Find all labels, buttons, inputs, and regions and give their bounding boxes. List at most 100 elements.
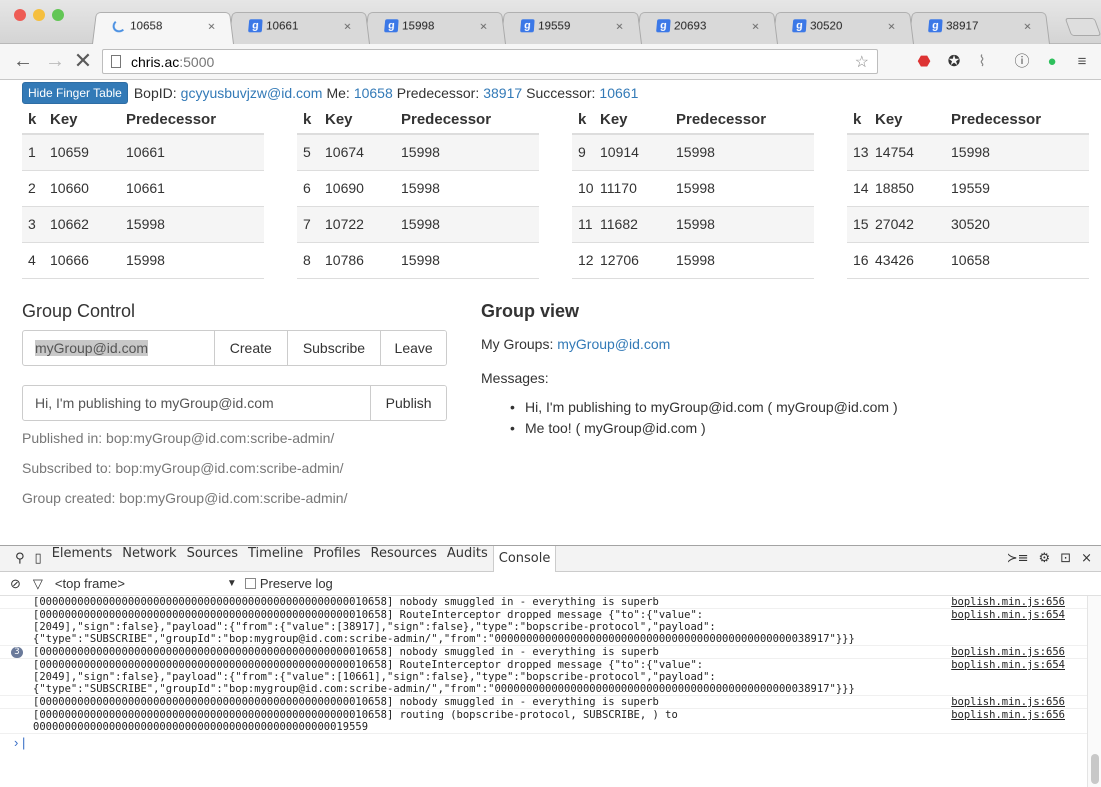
devtools-tab-network[interactable]: Network	[117, 546, 181, 572]
devtools-tab-profiles[interactable]: Profiles	[308, 546, 365, 572]
preserve-log-label: Preserve log	[259, 576, 333, 591]
filter-icon[interactable]: ▽	[33, 576, 43, 592]
console-prompt[interactable]: › |	[0, 734, 1101, 752]
console-scrollbar[interactable]	[1087, 596, 1101, 787]
tab-close-icon[interactable]: ×	[749, 19, 762, 33]
back-arrow-icon[interactable]: ←	[12, 50, 34, 72]
tab-close-icon[interactable]: ×	[885, 19, 898, 33]
console-message: [000000000000000000000000000000000000000…	[0, 596, 1101, 609]
search-icon[interactable]: ⚲	[10, 551, 30, 566]
repeat-count-badge: 3	[11, 647, 23, 658]
source-link[interactable]: boplish.min.js:654	[951, 659, 1065, 671]
tab-close-icon[interactable]: ×	[205, 19, 218, 33]
forward-arrow-icon[interactable]: →	[44, 50, 66, 72]
devtools-tab-resources[interactable]: Resources	[366, 546, 442, 572]
group-name-input[interactable]: myGroup@id.com	[23, 331, 214, 365]
tab-close-icon[interactable]: ×	[613, 19, 626, 33]
zoom-window-button[interactable]	[52, 9, 64, 21]
scroll-thumb[interactable]	[1091, 754, 1099, 784]
my-groups-label: My Groups:	[481, 336, 554, 352]
tab-close-icon[interactable]: ×	[341, 19, 354, 33]
tab-close-icon[interactable]: ×	[477, 19, 490, 33]
table-row: 16 43426 10658	[847, 242, 1089, 279]
browser-tab[interactable]: g 19559 ×	[500, 12, 642, 44]
device-mode-icon[interactable]: ▯	[30, 551, 47, 566]
table-cell: 10662	[50, 206, 126, 243]
table-cell: 8	[297, 242, 325, 279]
bopid-link[interactable]: gcyyusbuvjzw@id.com	[181, 85, 323, 101]
gear-icon[interactable]: ⚙	[1034, 551, 1056, 566]
column-header: Predecessor	[401, 106, 539, 135]
browser-tabs: 10658 × g 10661 × g 15998 × g 19559 × g 20693 × g 30520…	[92, 10, 1050, 44]
close-window-button[interactable]	[14, 9, 26, 21]
table-row: 15 27042 30520	[847, 206, 1089, 243]
table-cell: 10674	[325, 134, 401, 171]
address-bar[interactable]: chris.ac:5000 ☆	[102, 49, 878, 74]
devtools-tab-sources[interactable]: Sources	[182, 546, 243, 572]
bookmark-star-icon[interactable]: ☆	[855, 52, 869, 72]
browser-tab[interactable]: g 30520 ×	[772, 12, 914, 44]
table-cell: 15998	[676, 134, 814, 171]
activity-extension-icon[interactable]: ⌇	[972, 52, 992, 72]
source-link[interactable]: boplish.min.js:656	[951, 646, 1065, 658]
message-input[interactable]: Hi, I'm publishing to myGroup@id.com	[23, 386, 370, 420]
minimize-window-button[interactable]	[33, 9, 45, 21]
green-extension-icon[interactable]: ●	[1042, 52, 1062, 72]
leave-button[interactable]: Leave	[380, 331, 446, 365]
devtools-tab-timeline[interactable]: Timeline	[243, 546, 308, 572]
frame-selector[interactable]: <top frame>	[55, 576, 235, 591]
table-row: 4 10666 15998	[22, 242, 264, 279]
clear-console-icon[interactable]: ⊘	[10, 576, 21, 592]
console-drawer-icon[interactable]: ≻≡	[1002, 551, 1034, 566]
hide-finger-table-button[interactable]: Hide Finger Table	[22, 82, 128, 104]
successor-link[interactable]: 10661	[599, 85, 638, 101]
console-log: [000000000000000000000000000000000000000…	[0, 596, 1101, 734]
table-cell: 18850	[875, 170, 951, 207]
predecessor-link[interactable]: 38917	[483, 85, 522, 101]
devtools-tab-elements[interactable]: Elements	[47, 546, 118, 572]
table-cell: 2	[22, 170, 50, 207]
google-icon: g	[928, 19, 943, 33]
devtools-tab-audits[interactable]: Audits	[442, 546, 493, 572]
browser-tab[interactable]: g 38917 ×	[908, 12, 1050, 44]
predecessor-label: Predecessor:	[396, 85, 480, 101]
dock-icon[interactable]: ⊡	[1055, 551, 1076, 566]
close-icon[interactable]: ×	[1076, 551, 1097, 566]
browser-tab[interactable]: g 20693 ×	[636, 12, 778, 44]
my-groups-link[interactable]: myGroup@id.com	[557, 336, 670, 352]
source-link[interactable]: boplish.min.js:656	[951, 696, 1065, 708]
source-link[interactable]: boplish.min.js:654	[951, 609, 1065, 621]
table-cell: 15998	[401, 170, 539, 207]
me-link[interactable]: 10658	[354, 85, 393, 101]
source-link[interactable]: boplish.min.js:656	[951, 596, 1065, 608]
menu-icon[interactable]: ≡	[1072, 52, 1092, 72]
new-tab-button[interactable]	[1064, 18, 1101, 36]
table-cell: 10661	[126, 170, 264, 207]
finger-table: k Key Predecessor 1 10659 10661 2 10660 10661 3 10…	[22, 106, 1090, 279]
table-cell: 10661	[126, 134, 264, 171]
tab-title: 20693	[673, 19, 707, 33]
adblock-extension-icon[interactable]: ⬣	[914, 52, 934, 72]
publish-button[interactable]: Publish	[370, 386, 446, 420]
table-cell: 15	[847, 206, 875, 243]
devtools-tab-console[interactable]: Console	[492, 545, 557, 572]
column-header: Key	[600, 106, 676, 135]
preserve-log-checkbox[interactable]	[244, 578, 256, 589]
browser-tab[interactable]: 10658 ×	[92, 12, 234, 44]
extension-icon[interactable]: ✪	[944, 52, 964, 72]
info-extension-icon[interactable]: ⓘ	[1012, 52, 1032, 72]
table-row: 6 10690 15998	[297, 170, 539, 207]
google-icon: g	[792, 19, 807, 33]
create-button[interactable]: Create	[213, 331, 287, 365]
table-cell: 15998	[676, 206, 814, 243]
subscribe-button[interactable]: Subscribe	[286, 331, 381, 365]
stop-loading-icon[interactable]: ✕	[72, 50, 94, 72]
source-link[interactable]: boplish.min.js:656	[951, 709, 1065, 721]
tab-title: 38917	[945, 19, 979, 33]
tab-close-icon[interactable]: ×	[1021, 19, 1034, 33]
browser-tab[interactable]: g 15998 ×	[364, 12, 506, 44]
url-port: :5000	[179, 53, 215, 70]
browser-tab[interactable]: g 10661 ×	[228, 12, 370, 44]
table-cell: 15998	[126, 206, 264, 243]
chevron-down-icon[interactable]: ▼	[227, 578, 237, 589]
